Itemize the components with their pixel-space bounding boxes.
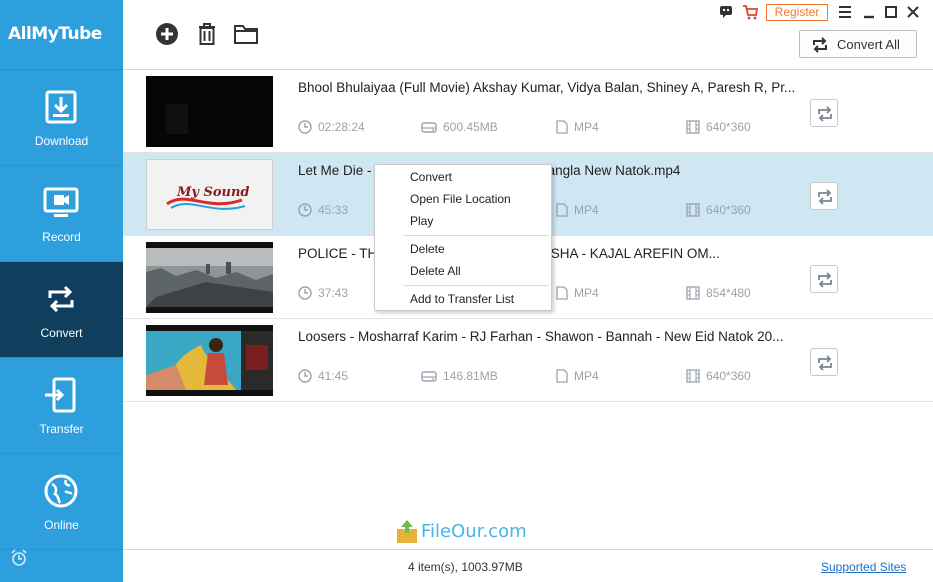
- toolbar: Register Convert All: [123, 0, 933, 70]
- video-title: Bhool Bhulaiyaa (Full Movie) Akshay Kuma…: [298, 80, 796, 95]
- menu-icon[interactable]: [838, 4, 852, 20]
- row-convert-button[interactable]: [810, 99, 838, 127]
- sidebar-item-record[interactable]: Record: [0, 166, 123, 262]
- clock-icon: [298, 120, 312, 134]
- clock-icon: [298, 369, 312, 383]
- menu-item-add-to-transfer-list[interactable]: Add to Transfer List: [375, 289, 551, 309]
- row-convert-button[interactable]: [810, 348, 838, 376]
- convert-icon: [818, 272, 832, 288]
- duration: 41:45: [298, 369, 348, 383]
- hard-drive-icon: [421, 122, 437, 133]
- row-convert-button[interactable]: [810, 182, 838, 210]
- app-logo: AllMyTube: [0, 0, 123, 70]
- feedback-icon[interactable]: [719, 4, 733, 20]
- video-thumbnail: [146, 76, 273, 147]
- trash-icon[interactable]: [195, 22, 219, 46]
- hard-drive-icon: [421, 371, 437, 382]
- duration: 37:43: [298, 286, 348, 300]
- convert-all-button[interactable]: Convert All: [799, 30, 917, 58]
- clock-icon: [298, 203, 312, 217]
- menu-separator: [403, 285, 549, 286]
- clock-icon: [298, 286, 312, 300]
- menu-item-play[interactable]: Play: [375, 211, 551, 231]
- cart-icon[interactable]: [742, 4, 758, 20]
- watermark: FileOur.com: [395, 519, 555, 549]
- watermark-text: FileOur.com: [421, 521, 527, 542]
- sidebar: AllMyTube Download Record Convert Transf…: [0, 0, 123, 582]
- menu-item-delete-all[interactable]: Delete All: [375, 261, 551, 281]
- thumbnail-logo-text: My Sound: [176, 185, 250, 200]
- table-row[interactable]: Bhool Bhulaiyaa (Full Movie) Akshay Kuma…: [123, 70, 933, 153]
- format: MP4: [556, 286, 599, 300]
- minimize-icon[interactable]: [862, 4, 876, 20]
- globe-icon: [44, 474, 78, 508]
- resolution: 640*360: [686, 203, 751, 217]
- sidebar-item-convert[interactable]: Convert: [0, 262, 123, 358]
- record-icon: [43, 187, 79, 217]
- folder-icon[interactable]: [234, 22, 258, 46]
- file-size: 146.81MB: [421, 369, 498, 383]
- film-icon: [686, 203, 700, 217]
- watermark-logo-icon: [397, 520, 417, 543]
- menu-separator: [403, 235, 549, 236]
- status-bar: 4 item(s), 1003.97MB Supported Sites: [123, 549, 933, 582]
- sidebar-item-label: Download: [34, 134, 89, 148]
- video-title: Loosers - Mosharraf Karim - RJ Farhan - …: [298, 329, 784, 344]
- resolution: 640*360: [686, 369, 751, 383]
- transfer-icon: [45, 377, 76, 413]
- sidebar-item-download[interactable]: Download: [0, 70, 123, 166]
- file-size: 600.45MB: [421, 120, 498, 134]
- context-menu: Convert Open File Location Play Delete D…: [374, 164, 552, 311]
- convert-icon: [813, 37, 827, 53]
- convert-icon: [818, 355, 832, 371]
- menu-item-delete[interactable]: Delete: [375, 239, 551, 259]
- convert-icon: [48, 285, 74, 313]
- convert-icon: [818, 106, 832, 122]
- status-summary: 4 item(s), 1003.97MB: [408, 560, 523, 574]
- video-thumbnail: My Sound: [146, 159, 273, 230]
- register-button[interactable]: Register: [766, 4, 828, 21]
- video-thumbnail: [146, 242, 273, 313]
- resolution: 854*480: [686, 286, 751, 300]
- video-thumbnail: [146, 325, 273, 396]
- sidebar-item-label: Online: [44, 518, 79, 532]
- row-convert-button[interactable]: [810, 265, 838, 293]
- format: MP4: [556, 369, 599, 383]
- menu-item-open-file-location[interactable]: Open File Location: [375, 189, 551, 209]
- format: MP4: [556, 203, 599, 217]
- format: MP4: [556, 120, 599, 134]
- download-icon: [45, 90, 77, 124]
- convert-icon: [818, 189, 832, 205]
- add-icon[interactable]: [155, 22, 179, 46]
- sidebar-item-transfer[interactable]: Transfer: [0, 358, 123, 454]
- file-icon: [556, 120, 568, 134]
- file-icon: [556, 369, 568, 383]
- maximize-icon[interactable]: [884, 4, 898, 20]
- convert-all-label: Convert All: [837, 37, 900, 52]
- resolution: 640*360: [686, 120, 751, 134]
- file-icon: [556, 203, 568, 217]
- sidebar-item-label: Transfer: [39, 422, 84, 436]
- menu-item-convert[interactable]: Convert: [375, 167, 551, 187]
- sidebar-item-online[interactable]: Online: [0, 454, 123, 550]
- film-icon: [686, 120, 700, 134]
- film-icon: [686, 286, 700, 300]
- file-icon: [556, 286, 568, 300]
- supported-sites-link[interactable]: Supported Sites: [821, 560, 906, 574]
- table-row[interactable]: Loosers - Mosharraf Karim - RJ Farhan - …: [123, 319, 933, 402]
- sidebar-item-label: Record: [42, 230, 81, 244]
- sidebar-item-label: Convert: [40, 326, 83, 340]
- duration: 02:28:24: [298, 120, 365, 134]
- close-icon[interactable]: [906, 4, 920, 20]
- alarm-clock-icon[interactable]: [10, 549, 28, 567]
- duration: 45:33: [298, 203, 348, 217]
- film-icon: [686, 369, 700, 383]
